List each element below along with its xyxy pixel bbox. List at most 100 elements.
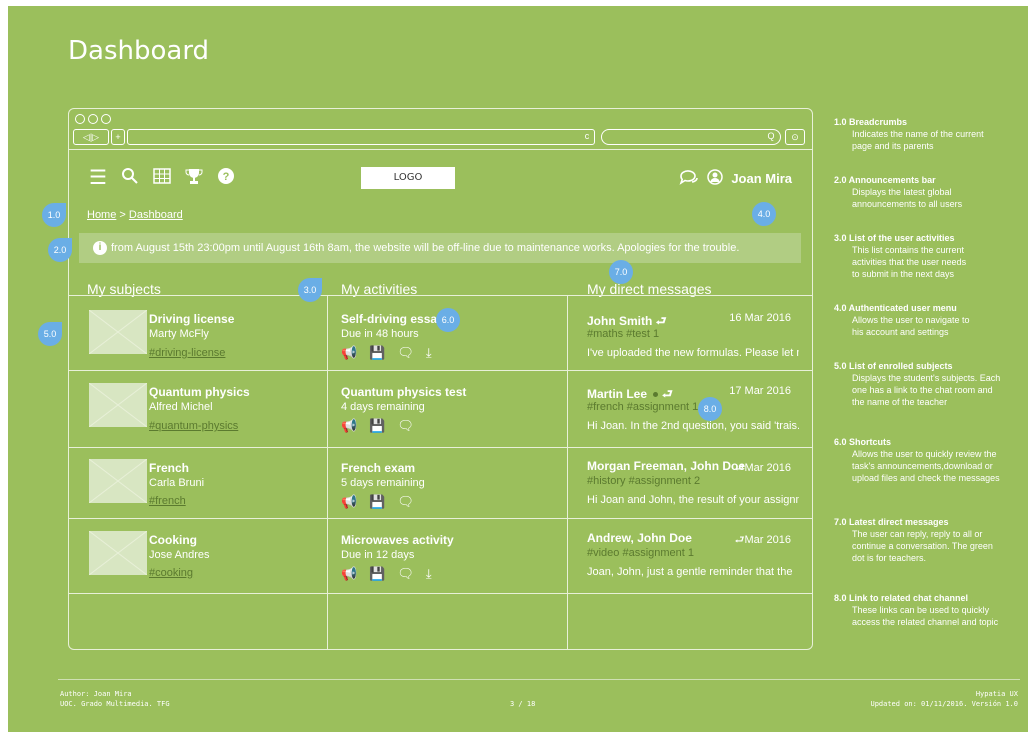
annotation-marker: 6.0 xyxy=(436,308,460,332)
activity-due: Due in 12 days xyxy=(341,549,415,561)
save-icon[interactable]: 💾 xyxy=(369,494,385,510)
message-preview[interactable]: Joan, John, just a gentle reminder that … xyxy=(587,566,799,578)
teacher-dot xyxy=(653,391,659,397)
breadcrumb-current[interactable]: Dashboard xyxy=(129,209,183,221)
announcement-icon[interactable]: 📢 xyxy=(341,494,357,510)
announcement-text: from August 15th 23:00pm until August 16… xyxy=(111,242,740,254)
window-dot[interactable] xyxy=(88,114,98,124)
announcement-icon[interactable]: 📢 xyxy=(341,418,357,434)
activity-shortcuts: 📢 💾 🗨 xyxy=(341,494,414,510)
message-preview[interactable]: Hi Joan and John, the result of your ass… xyxy=(587,494,799,506)
note-line: one has a link to the chat room and xyxy=(852,385,993,395)
reload-icon[interactable]: c xyxy=(581,129,593,143)
url-bar[interactable] xyxy=(127,129,595,145)
wireframe-board: Dashboard ◁|▷ + c Q ⊙ ☰ ? LOGO Joan Mira… xyxy=(8,6,1028,732)
subject-channel-link[interactable]: #french xyxy=(149,495,186,507)
activity-title[interactable]: Self-driving essay xyxy=(341,312,444,326)
note-line: These links can be used to quickly xyxy=(852,605,990,615)
note-item: 1.0 Breadcrumbs Indicates the name of the… xyxy=(834,116,984,152)
message-tags[interactable]: #french #assignment 1 xyxy=(587,401,698,413)
message-preview[interactable]: Hi Joan. In the 2nd question, you said '… xyxy=(587,420,799,432)
footer-org: UOC. Grado Multimedia. TFG xyxy=(60,700,170,708)
reply-icon[interactable]: ⮐ xyxy=(662,387,673,401)
info-icon: i xyxy=(93,241,107,255)
window-dot[interactable] xyxy=(101,114,111,124)
message-tags[interactable]: #video #assignment 1 xyxy=(587,547,694,559)
new-tab-button[interactable]: + xyxy=(111,129,125,145)
subject-thumbnail[interactable] xyxy=(89,310,147,354)
note-line: continue a conversation. The green xyxy=(852,541,993,551)
reply-icon[interactable]: ⮐ xyxy=(656,314,667,328)
announcement-icon[interactable]: 📢 xyxy=(341,345,357,361)
user-menu[interactable]: Joan Mira xyxy=(679,169,792,188)
message-tags[interactable]: #history #assignment 2 xyxy=(587,475,700,487)
chat-icon[interactable]: 🗨 xyxy=(397,566,414,582)
sender-name[interactable]: John Smith xyxy=(587,314,652,328)
breadcrumb-home[interactable]: Home xyxy=(87,209,116,221)
window-dot[interactable] xyxy=(75,114,85,124)
message-date: ⮐Mar 2016 xyxy=(721,459,791,478)
user-avatar-icon[interactable] xyxy=(707,169,724,188)
announcement-icon[interactable]: 📢 xyxy=(341,566,357,582)
upload-icon[interactable]: ⤓ xyxy=(426,345,432,361)
note-heading: 1.0 Breadcrumbs xyxy=(834,117,908,127)
user-name[interactable]: Joan Mira xyxy=(731,171,792,186)
message-preview[interactable]: I've uploaded the new formulas. Please l… xyxy=(587,347,799,359)
logo[interactable]: LOGO xyxy=(361,167,455,189)
subject-thumbnail[interactable] xyxy=(89,383,147,427)
chat-icon[interactable]: 🗨 xyxy=(397,494,414,510)
reply-all-icon[interactable]: ⮐ xyxy=(735,534,745,546)
note-line: Indicates the name of the current xyxy=(852,129,984,139)
message-tags[interactable]: #maths #test 1 xyxy=(587,328,659,340)
subject-title[interactable]: Cooking xyxy=(149,533,197,547)
browser-frame: ◁|▷ + c Q ⊙ ☰ ? LOGO Joan Mira Home > Da… xyxy=(68,108,813,650)
back-forward-buttons[interactable]: ◁|▷ xyxy=(73,129,109,145)
search-icon[interactable] xyxy=(121,167,139,189)
menu-icon[interactable]: ☰ xyxy=(89,168,107,188)
note-heading: 4.0 Authenticated user menu xyxy=(834,303,957,313)
note-line: dot is for teachers. xyxy=(852,553,927,563)
subject-channel-link[interactable]: #cooking xyxy=(149,567,193,579)
subject-title[interactable]: French xyxy=(149,461,189,475)
forward-icon[interactable]: ▷ xyxy=(92,132,99,142)
note-heading: 8.0 Link to related chat channel xyxy=(834,593,969,603)
browser-search-input[interactable] xyxy=(601,129,781,145)
note-line: Allows the user to navigate to xyxy=(852,315,970,325)
subject-thumbnail[interactable] xyxy=(89,459,147,503)
trophy-icon[interactable] xyxy=(185,167,203,189)
activity-title[interactable]: French exam xyxy=(341,461,415,475)
activity-title[interactable]: Microwaves activity xyxy=(341,533,454,547)
app-toolbar: ☰ ? xyxy=(89,167,235,189)
activity-title[interactable]: Quantum physics test xyxy=(341,385,466,399)
divider xyxy=(69,518,812,519)
chat-icon[interactable] xyxy=(679,169,699,188)
upload-icon[interactable]: ⤓ xyxy=(426,566,432,582)
note-line: Displays the student's subjects. Each xyxy=(852,373,1001,383)
footer-page: 3 / 18 xyxy=(510,700,536,708)
note-line: This list contains the current xyxy=(852,245,965,255)
grid-icon[interactable] xyxy=(153,168,171,188)
subject-thumbnail[interactable] xyxy=(89,531,147,575)
subject-title[interactable]: Quantum physics xyxy=(149,385,250,399)
note-line: access the related channel and topic xyxy=(852,617,999,627)
breadcrumb: Home > Dashboard xyxy=(87,209,183,221)
subject-title[interactable]: Driving license xyxy=(149,312,234,326)
subject-channel-link[interactable]: #driving-license xyxy=(149,347,225,359)
note-item: 8.0 Link to related chat channel These li… xyxy=(834,592,998,628)
reply-all-icon[interactable]: ⮐ xyxy=(735,462,745,474)
back-icon[interactable]: ◁ xyxy=(83,132,90,142)
annotation-marker: 8.0 xyxy=(698,397,722,421)
help-icon[interactable]: ? xyxy=(217,167,235,189)
download-icon[interactable]: ⊙ xyxy=(785,129,805,145)
message-sender[interactable]: Andrew, John Doe xyxy=(587,531,692,545)
chat-icon[interactable]: 🗨 xyxy=(397,345,414,361)
save-icon[interactable]: 💾 xyxy=(369,345,385,361)
divider xyxy=(69,295,812,296)
sender-name[interactable]: Martin Lee xyxy=(587,387,647,401)
subject-channel-link[interactable]: #quantum-physics xyxy=(149,420,238,432)
save-icon[interactable]: 💾 xyxy=(369,418,385,434)
save-icon[interactable]: 💾 xyxy=(369,566,385,582)
note-line: upload files and check the messages xyxy=(852,473,1000,483)
chat-icon[interactable]: 🗨 xyxy=(397,418,414,434)
browser-search-icon[interactable]: Q xyxy=(765,129,777,143)
